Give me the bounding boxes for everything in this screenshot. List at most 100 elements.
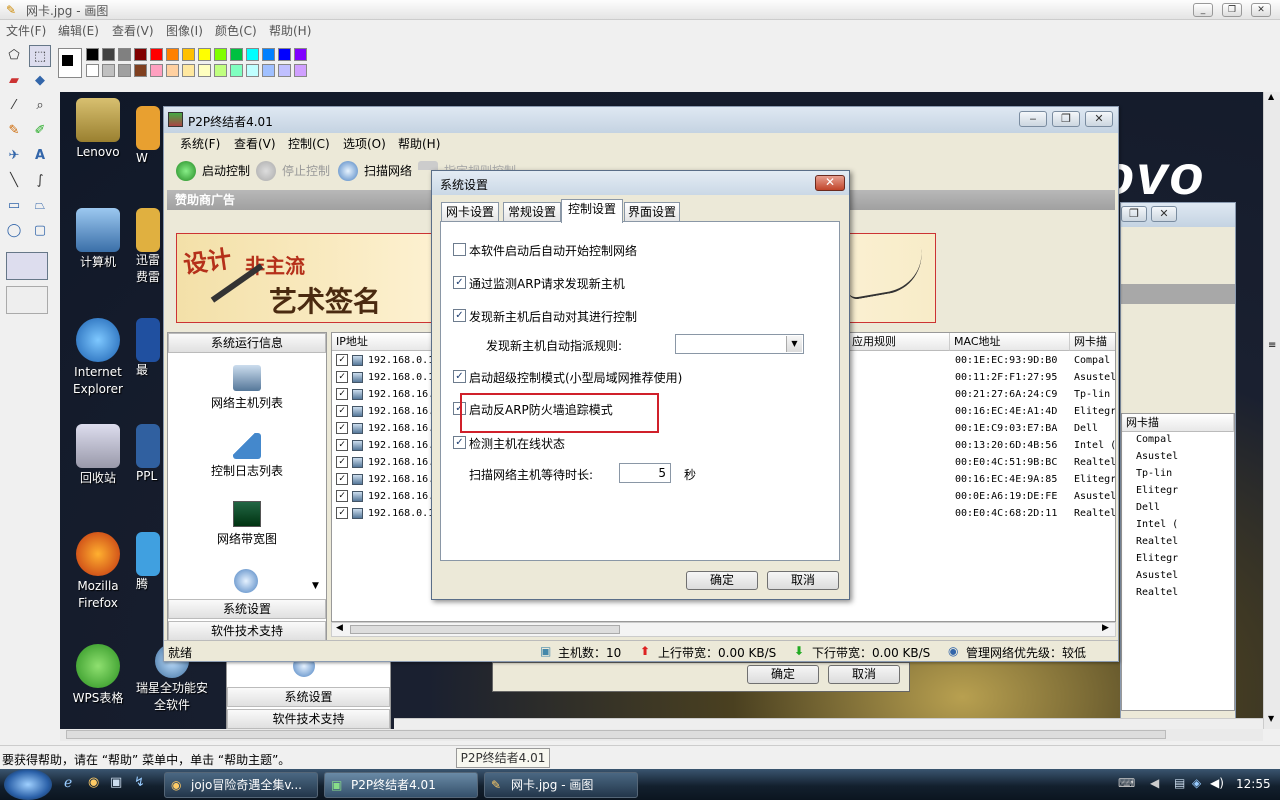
color-swatch[interactable] (294, 64, 307, 77)
chevron-down-icon[interactable]: ▼ (786, 336, 802, 352)
show-desktop-icon[interactable]: ▣ (110, 775, 122, 790)
color-swatch[interactable] (214, 48, 227, 61)
desktop-icon-computer[interactable]: 计算机 (60, 208, 136, 271)
color-palette[interactable] (86, 48, 316, 80)
color-swatch[interactable] (246, 64, 259, 77)
menu-image[interactable]: 图像(I) (166, 22, 203, 39)
network-icon[interactable]: ▤ (1174, 776, 1185, 790)
start-control-button[interactable]: 启动控制 (176, 158, 250, 184)
p2p-close-button[interactable]: ✕ (1085, 111, 1113, 127)
tray-app-icon[interactable]: ◈ (1192, 776, 1201, 790)
color-swatch[interactable] (102, 48, 115, 61)
keyboard-icon[interactable]: ⌨ (1118, 776, 1135, 790)
polygon-icon[interactable]: ⏢ (29, 195, 51, 217)
color-swatch[interactable] (198, 64, 211, 77)
canvas-hscroll[interactable] (60, 729, 1263, 741)
p2p-menu-options[interactable]: 选项(O) (343, 135, 386, 152)
color-swatch[interactable] (230, 64, 243, 77)
color-swatch[interactable] (246, 48, 259, 61)
nav-bandwidth-chart[interactable]: 网络带宽图 (168, 501, 326, 547)
row-checkbox[interactable]: ✓ (336, 473, 348, 485)
free-select-icon[interactable]: ⬠ (3, 45, 25, 67)
tab-control-settings[interactable]: 控制设置 (561, 199, 623, 223)
row-checkbox[interactable]: ✓ (336, 507, 348, 519)
pencil-icon[interactable]: ✎ (3, 120, 25, 142)
scroll-down-icon[interactable]: ▼ (312, 581, 319, 591)
color-swatch[interactable] (86, 64, 99, 77)
quicklaunch-icon[interactable]: ◉ (88, 775, 99, 790)
menu-view[interactable]: 查看(V) (112, 22, 154, 39)
nav-host-list[interactable]: 网络主机列表 (168, 365, 326, 411)
p2p-minimize-button[interactable]: ‒ (1019, 111, 1047, 127)
color-swatch[interactable] (134, 64, 147, 77)
transparent-option-icon[interactable] (6, 252, 48, 280)
p2p-maximize-button[interactable]: ❐ (1052, 111, 1080, 127)
color-swatch[interactable] (86, 48, 99, 61)
minimize-button[interactable]: _ (1193, 3, 1213, 17)
tab-general-settings[interactable]: 常规设置 (503, 202, 561, 222)
scroll-grip-icon[interactable]: ≡ (1268, 340, 1276, 351)
fill-icon[interactable]: ◆ (29, 70, 51, 92)
menu-help[interactable]: 帮助(H) (269, 22, 311, 39)
desktop-icon-partial-1[interactable]: W (136, 106, 166, 167)
p2p-menu-control[interactable]: 控制(C) (288, 135, 330, 152)
desktop-icon-partial-2[interactable]: 迅雷 费雷 (136, 208, 166, 286)
scroll-down-icon[interactable]: ▼ (1268, 714, 1274, 723)
col-mac[interactable]: MAC地址 (950, 333, 1070, 351)
scroll-right-icon[interactable]: ▶ (1102, 623, 1109, 633)
color-swatch[interactable] (150, 48, 163, 61)
row-checkbox[interactable]: ✓ (336, 371, 348, 383)
option-checkbox[interactable]: ✓ (453, 276, 466, 289)
row-checkbox[interactable]: ✓ (336, 405, 348, 417)
p2p-menu-help[interactable]: 帮助(H) (398, 135, 440, 152)
scroll-thumb[interactable] (350, 625, 620, 634)
opaque-option-icon[interactable] (6, 286, 48, 314)
option-arp-detect[interactable]: ✓ 通过监测ARP请求发现新主机 (453, 275, 625, 292)
color-swatch[interactable] (134, 48, 147, 61)
task-p2p[interactable]: ▣ P2P终结者4.01 (324, 772, 478, 798)
rectangle-icon[interactable]: ▭ (3, 195, 25, 217)
back-maximize-button[interactable]: ❐ (1121, 206, 1147, 222)
color-swatch[interactable] (150, 64, 163, 77)
system-info-header[interactable]: 系统运行信息 (168, 333, 326, 353)
start-button[interactable] (4, 769, 52, 800)
option-online-detect[interactable]: ✓ 检测主机在线状态 (453, 435, 565, 452)
color-swatch[interactable] (278, 64, 291, 77)
desktop-icon-partial-5[interactable]: 腾 (136, 532, 166, 593)
dialog-ok-button[interactable]: 确定 (686, 571, 758, 590)
auto-rule-dropdown[interactable]: ▼ (675, 334, 804, 354)
option-auto-control-new-host[interactable]: ✓ 发现新主机后自动对其进行控制 (453, 308, 637, 325)
picker-icon[interactable]: ⁄ (3, 95, 25, 117)
rounded-rect-icon[interactable]: ▢ (29, 220, 51, 242)
color-swatch[interactable] (294, 48, 307, 61)
ellipse-icon[interactable]: ◯ (3, 220, 25, 242)
scan-network-button[interactable]: 扫描网络 (338, 158, 412, 184)
task-paint[interactable]: ✎ 网卡.jpg - 画图 (484, 772, 638, 798)
desktop-icon-partial-4[interactable]: PPL (136, 424, 166, 485)
text-icon[interactable]: A (29, 145, 51, 167)
color-swatch[interactable] (102, 64, 115, 77)
close-button[interactable]: ✕ (1251, 3, 1271, 17)
back-nic-header[interactable]: 网卡描 (1122, 414, 1234, 432)
row-checkbox[interactable]: ✓ (336, 388, 348, 400)
menu-file[interactable]: 文件(F) (6, 22, 46, 39)
row-checkbox[interactable]: ✓ (336, 490, 348, 502)
col-nic[interactable]: 网卡描 (1070, 333, 1115, 351)
option-auto-start-control[interactable]: 本软件启动后自动开始控制网络 (453, 242, 637, 259)
hscroll-thumb[interactable] (66, 730, 1166, 739)
color-swatch[interactable] (182, 64, 195, 77)
tab-nic-settings[interactable]: 网卡设置 (441, 202, 499, 222)
desktop-icon-partial-3[interactable]: 最 (136, 318, 166, 379)
switch-windows-icon[interactable]: ↯ (134, 775, 145, 790)
desktop-icon-firefox[interactable]: Mozilla Firefox (60, 532, 136, 612)
color-swatch[interactable] (166, 48, 179, 61)
clock[interactable]: 12:55 (1236, 777, 1271, 791)
menu-edit[interactable]: 编辑(E) (58, 22, 99, 39)
back-close-button[interactable]: ✕ (1151, 206, 1177, 222)
volume-icon[interactable]: ◀) (1210, 776, 1224, 790)
back-hscroll[interactable] (394, 718, 1263, 729)
host-list-hscroll[interactable]: ◀ ▶ (331, 622, 1116, 637)
color-swatch[interactable] (182, 48, 195, 61)
scan-wait-input[interactable]: 5 (619, 463, 671, 483)
back-tech-support[interactable]: 软件技术支持 (227, 709, 390, 729)
